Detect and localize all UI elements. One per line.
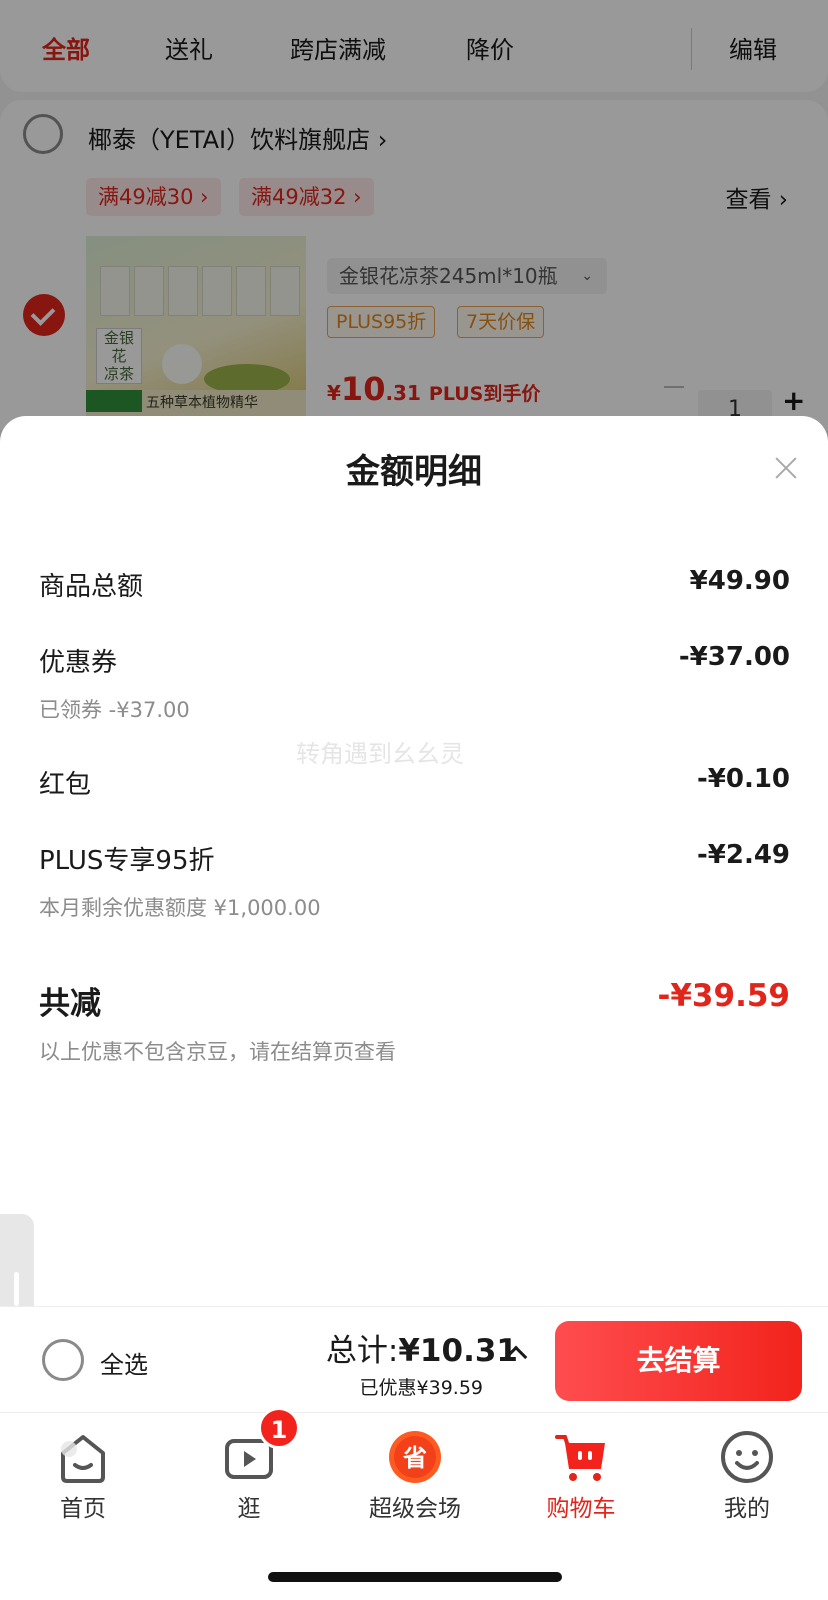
nav-home-label: 首页 bbox=[60, 1496, 106, 1522]
nav-explore[interactable]: 逛 bbox=[166, 1413, 332, 1523]
nav-super-venue-label: 超级会场 bbox=[369, 1496, 461, 1522]
nav-home[interactable]: 首页 bbox=[0, 1413, 166, 1523]
nav-profile-label: 我的 bbox=[724, 1496, 770, 1522]
select-all-radio[interactable] bbox=[42, 1339, 84, 1381]
coupon-label: 优惠券 bbox=[39, 648, 118, 678]
notification-badge: 1 bbox=[258, 1407, 300, 1449]
total-discount-value: -¥39.59 bbox=[657, 978, 791, 1014]
home-indicator[interactable] bbox=[268, 1572, 562, 1582]
saved-amount: 已优惠¥39.59 bbox=[359, 1377, 483, 1399]
home-icon bbox=[61, 1435, 105, 1483]
plus-discount-value: -¥2.49 bbox=[696, 840, 790, 870]
nav-explore-label: 逛 bbox=[237, 1496, 261, 1522]
goods-total-label: 商品总额 bbox=[39, 572, 144, 602]
plus-quota-sub: 本月剩余优惠额度 ¥1,000.00 bbox=[39, 896, 321, 920]
checkout-bar: 全选 总计:¥10.31 已优惠¥39.59 去结算 bbox=[0, 1306, 828, 1412]
total-discount-label: 共减 bbox=[39, 986, 101, 1022]
smiley-profile-icon bbox=[721, 1431, 773, 1483]
goods-total-value: ¥49.90 bbox=[689, 566, 790, 596]
coupon-sub: 已领券 -¥37.00 bbox=[39, 698, 190, 722]
plus-discount-label: PLUS专享95折 bbox=[39, 846, 215, 876]
sheet-title: 金额明细 bbox=[346, 452, 482, 492]
red-packet-label: 红包 bbox=[39, 770, 92, 800]
nav-cart[interactable]: 购物车 bbox=[498, 1413, 664, 1523]
checkout-button[interactable]: 去结算 bbox=[555, 1321, 802, 1401]
svg-text:省: 省 bbox=[402, 1444, 427, 1472]
red-packet-value: -¥0.10 bbox=[696, 764, 790, 794]
nav-profile[interactable]: 我的 bbox=[664, 1413, 828, 1523]
total-price: 总计:¥10.31 bbox=[325, 1333, 518, 1369]
close-icon[interactable] bbox=[766, 448, 806, 488]
select-all-label[interactable]: 全选 bbox=[100, 1345, 148, 1380]
amount-detail-sheet: 金额明细 商品总额 ¥49.90 优惠券 -¥37.00 已领券 -¥37.00… bbox=[0, 416, 828, 1306]
discount-note: 以上优惠不包含京豆，请在结算页查看 bbox=[39, 1040, 396, 1064]
save-sale-icon: 省 bbox=[389, 1431, 441, 1483]
watermark: 转角遇到幺幺灵 bbox=[296, 740, 464, 768]
nav-super-venue[interactable]: 省 超级会场 bbox=[332, 1413, 498, 1523]
nav-cart-label: 购物车 bbox=[546, 1496, 616, 1522]
shopping-cart-icon bbox=[555, 1435, 605, 1481]
coupon-value: -¥37.00 bbox=[678, 642, 790, 672]
